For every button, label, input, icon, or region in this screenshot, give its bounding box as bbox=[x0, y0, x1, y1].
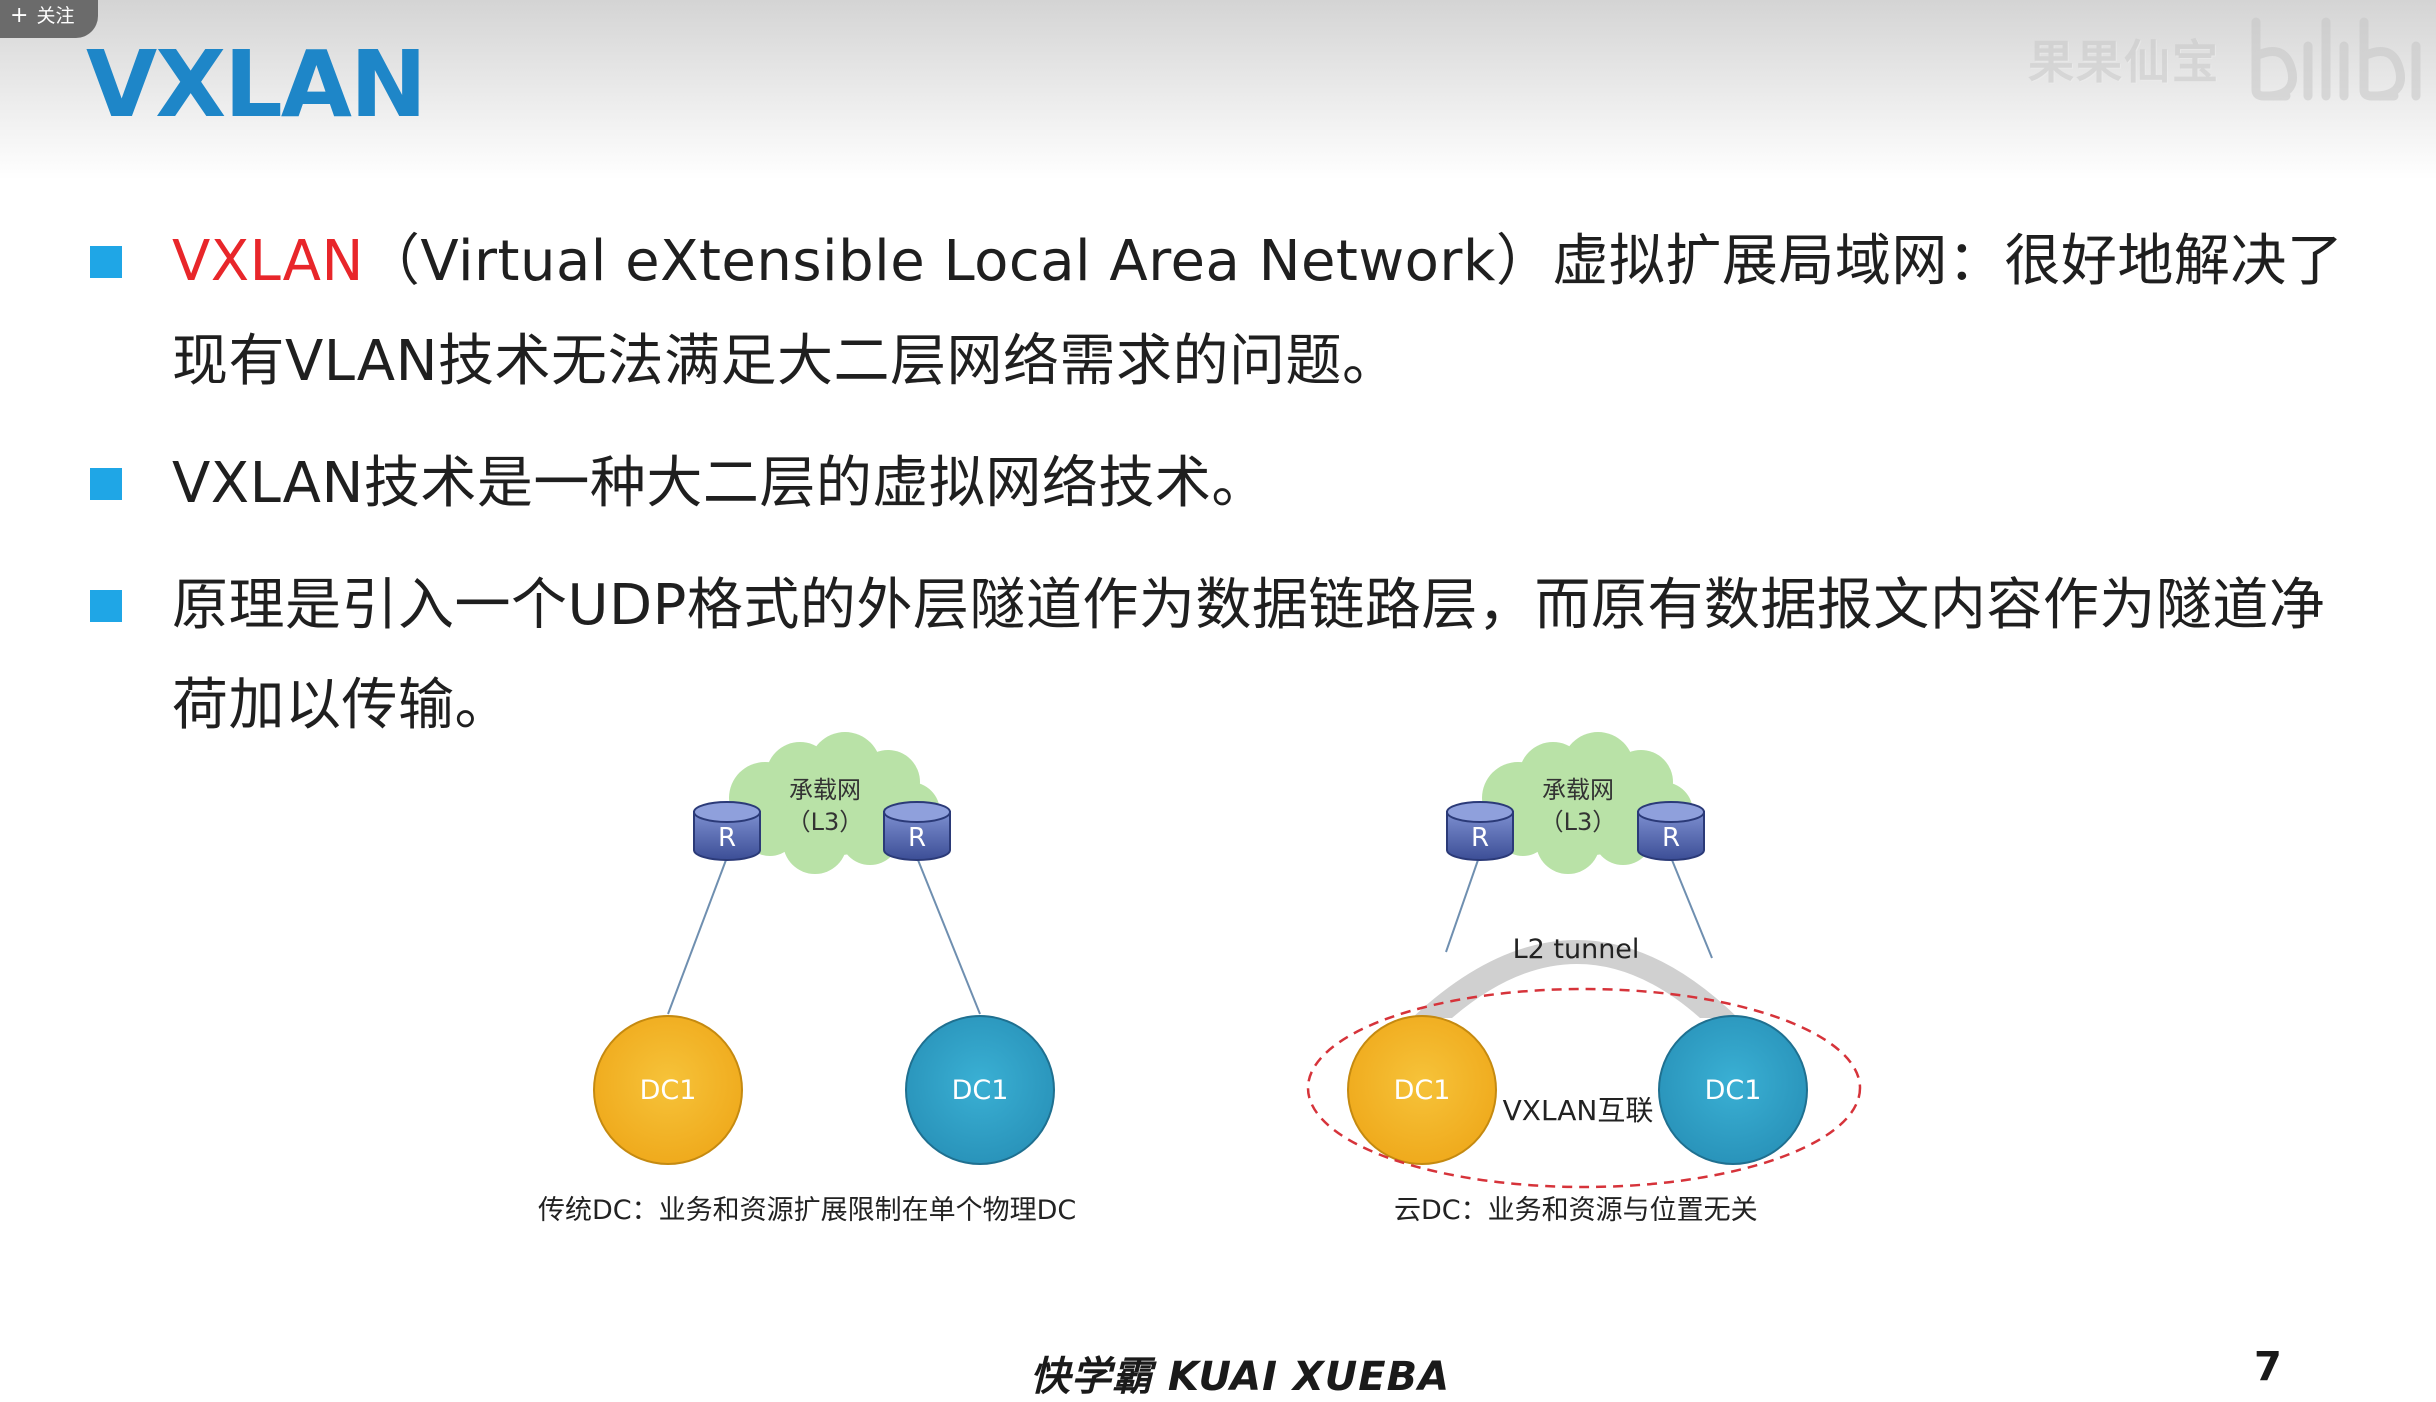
bullet-text-1: VXLAN（Virtual eXtensible Local Area Netw… bbox=[172, 212, 2352, 412]
caption-traditional-dc: 传统DC：业务和资源扩展限制在单个物理DC bbox=[538, 1195, 1077, 1226]
bullet-1-line-2: 现有VLAN技术无法满足大二层网络需求的问题。 bbox=[172, 329, 1399, 394]
term-vxlan: VXLAN bbox=[172, 229, 364, 294]
dc-label: DC1 bbox=[1705, 1075, 1762, 1106]
bullet-2-line-1: VXLAN技术是一种大二层的虚拟网络技术。 bbox=[172, 451, 1268, 516]
watermark: 果果仙宝 bbox=[2028, 14, 2426, 104]
follow-button[interactable]: + 关注 bbox=[0, 0, 99, 38]
datacenter-icon: DC1 bbox=[1347, 1015, 1497, 1165]
dc-label: DC1 bbox=[640, 1075, 697, 1106]
vxlan-domain-ring bbox=[1306, 987, 1862, 1189]
router-icon: R bbox=[1637, 801, 1705, 861]
dc-label: DC1 bbox=[952, 1075, 1009, 1106]
bullet-3-line-2: 荷加以传输。 bbox=[172, 673, 511, 738]
caption-cloud-dc: 云DC：业务和资源与位置无关 bbox=[1394, 1195, 1758, 1226]
router-label: R bbox=[1471, 823, 1489, 853]
bullet-text-3: 原理是引入一个UDP格式的外层隧道作为数据链路层，而原有数据报文内容作为隧道净 … bbox=[172, 556, 2352, 756]
bullet-1-line-1: VXLAN（Virtual eXtensible Local Area Netw… bbox=[172, 212, 2352, 312]
l2-tunnel-arc bbox=[1412, 940, 1738, 1018]
router-label: R bbox=[718, 823, 736, 853]
bullet-text-2: VXLAN技术是一种大二层的虚拟网络技术。 bbox=[172, 434, 2352, 534]
tunnel-label: L2 tunnel bbox=[1513, 934, 1640, 965]
interconnect-label: VXLAN互联 bbox=[1503, 1094, 1654, 1127]
bullet-marker-3 bbox=[90, 590, 122, 622]
link-line bbox=[1671, 859, 1713, 959]
router-icon: R bbox=[883, 801, 951, 861]
watermark-text: 果果仙宝 bbox=[2028, 35, 2220, 89]
diagram-cloud-dc: 承载网 （L3） L2 tunnel R R DC1 DC1 VXLAN互联 bbox=[1306, 732, 1862, 1189]
bullet-1-line-1-rest: （Virtual eXtensible Local Area Network）虚… bbox=[363, 229, 2344, 294]
diagram-traditional-dc: 承载网 （L3） R R DC1 DC1 bbox=[593, 732, 1055, 1165]
bilibili-logo bbox=[2251, 17, 2421, 101]
slide-title: VXLAN bbox=[86, 31, 427, 138]
footer-brand: 快学霸 KUAI XUEBA bbox=[1030, 1354, 1451, 1400]
bullet-marker-1 bbox=[90, 246, 122, 278]
cloud-label-line2: （L3） bbox=[1540, 808, 1617, 836]
router-label: R bbox=[908, 823, 926, 853]
link-line bbox=[1445, 859, 1479, 953]
cloud-label-line1: 承载网 bbox=[789, 776, 861, 804]
datacenter-icon: DC1 bbox=[593, 1015, 743, 1165]
plus-icon: + bbox=[10, 3, 29, 28]
datacenter-icon: DC1 bbox=[905, 1015, 1055, 1165]
router-label: R bbox=[1662, 823, 1680, 853]
follow-label: 关注 bbox=[36, 5, 75, 27]
datacenter-icon: DC1 bbox=[1658, 1015, 1808, 1165]
cloud-label-line2: （L3） bbox=[787, 808, 864, 836]
page-number: 7 bbox=[2254, 1344, 2282, 1390]
link-line bbox=[667, 859, 727, 1015]
cloud-label-line1: 承载网 bbox=[1542, 776, 1614, 804]
router-icon: R bbox=[693, 801, 761, 861]
bullet-3-line-1: 原理是引入一个UDP格式的外层隧道作为数据链路层，而原有数据报文内容作为隧道净 bbox=[172, 573, 2326, 638]
dc-label: DC1 bbox=[1394, 1075, 1451, 1106]
router-icon: R bbox=[1446, 801, 1514, 861]
bullet-marker-2 bbox=[90, 468, 122, 500]
link-line bbox=[917, 859, 981, 1015]
